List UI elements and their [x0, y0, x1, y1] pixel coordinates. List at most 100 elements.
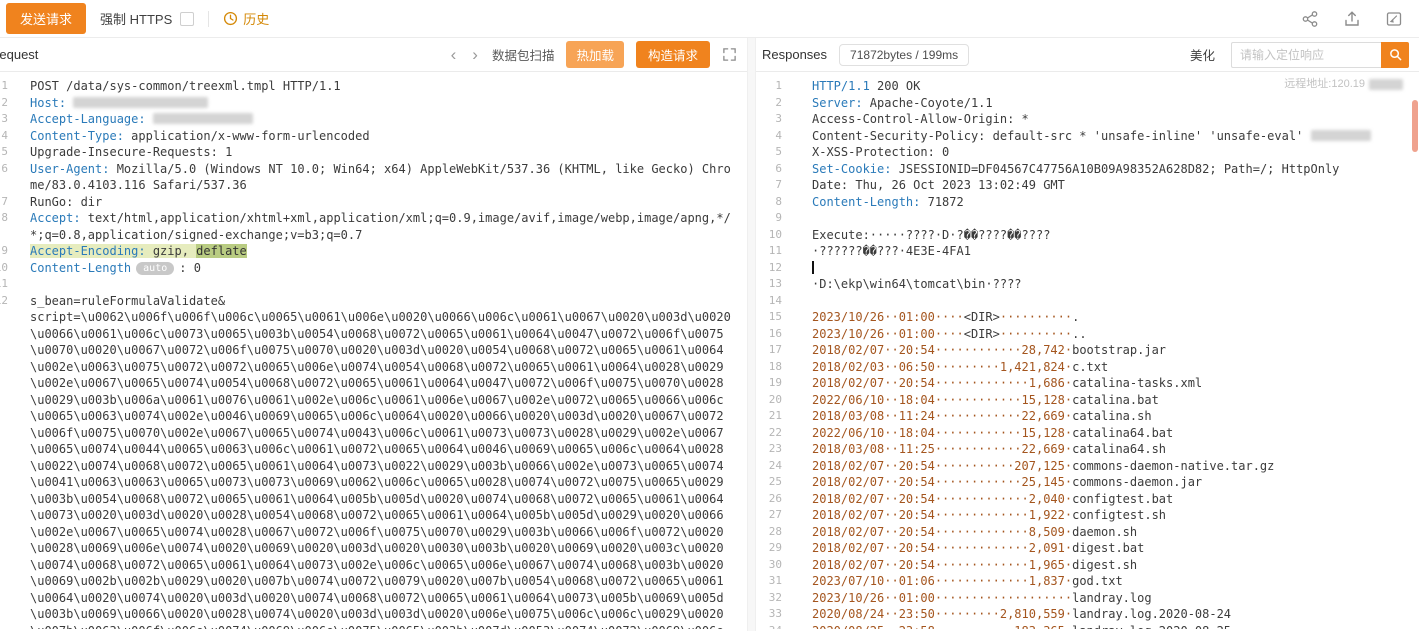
search-box [1231, 42, 1409, 68]
response-editor[interactable]: 1HTTP/1.1 200 OK2Server: Apache-Coyote/1… [756, 72, 1419, 629]
packet-scan-button[interactable]: 数据包扫描 [492, 45, 555, 64]
code-line-17[interactable]: 172018/02/07··20:54············28,742·bo… [756, 342, 1419, 359]
code-line-31[interactable]: 312023/07/10··01:06·············1,837·go… [756, 573, 1419, 590]
highlighted-line: Accept-Encoding: gzip, deflate [30, 244, 247, 258]
force-https-checkbox[interactable] [180, 12, 194, 26]
code-line-2[interactable]: 2Server: Apache-Coyote/1.1 [756, 95, 1419, 112]
line-number: 25 [756, 474, 800, 491]
code-line-18[interactable]: 182018/02/03··06:50·········1,421,824·c.… [756, 359, 1419, 376]
history-prev-button[interactable]: ‹ [449, 46, 459, 63]
code-line-1[interactable]: 1POST /data/sys-common/treexml.tmpl HTTP… [0, 78, 747, 95]
responses-tab[interactable]: Responses [762, 47, 827, 62]
line-number: 29 [756, 540, 800, 557]
send-request-button[interactable]: 发送请求 [6, 3, 86, 34]
response-stats-badge: 71872bytes / 199ms [839, 44, 969, 66]
code-line-16[interactable]: 162023/10/26··01:00····<DIR>··········.. [756, 326, 1419, 343]
code-line-3[interactable]: 3Access-Control-Allow-Origin: * [756, 111, 1419, 128]
hot-reload-button[interactable]: 热加载 [566, 41, 624, 68]
line-number: 26 [756, 491, 800, 508]
toolbar-divider [208, 11, 209, 27]
code-line-20[interactable]: 202022/06/10··18:04············15,128·ca… [756, 392, 1419, 409]
request-panel-title: Request [0, 47, 38, 62]
search-icon [1389, 48, 1402, 61]
code-line-27[interactable]: 272018/02/07··20:54·············1,922·co… [756, 507, 1419, 524]
feedback-icon[interactable] [1385, 10, 1403, 28]
search-button[interactable] [1381, 42, 1409, 68]
share-icon[interactable] [1301, 10, 1319, 28]
line-number: 10 [0, 260, 8, 277]
code-line-8[interactable]: 8Content-Length: 71872 [756, 194, 1419, 211]
code-line-30[interactable]: 302018/02/07··20:54·············1,965·di… [756, 557, 1419, 574]
expand-icon[interactable] [722, 47, 737, 62]
code-line-11[interactable]: 11 [0, 276, 747, 293]
code-line-28[interactable]: 282018/02/07··20:54·············8,509·da… [756, 524, 1419, 541]
code-line-34[interactable]: 342020/08/25··23:58···········183,365·la… [756, 623, 1419, 630]
code-line-12[interactable]: 12 [756, 260, 1419, 277]
line-number: 27 [756, 507, 800, 524]
redacted-value [1369, 79, 1403, 90]
code-line-7[interactable]: 7RunGo: dir [0, 194, 747, 211]
code-line-6[interactable]: 6User-Agent: Mozilla/5.0 (Windows NT 10.… [0, 161, 747, 194]
code-line-29[interactable]: 292018/02/07··20:54·············2,091·di… [756, 540, 1419, 557]
line-number: 6 [0, 161, 8, 178]
code-line-7[interactable]: 7Date: Thu, 26 Oct 2023 13:02:49 GMT [756, 177, 1419, 194]
construct-request-button[interactable]: 构造请求 [636, 41, 710, 68]
code-line-13[interactable]: 13·D:\ekp\win64\tomcat\bin·???? [756, 276, 1419, 293]
line-number: 30 [756, 557, 800, 574]
text-caret [812, 261, 814, 274]
code-line-8[interactable]: 8Accept: text/html,application/xhtml+xml… [0, 210, 747, 243]
code-line-5[interactable]: 5Upgrade-Insecure-Requests: 1 [0, 144, 747, 161]
line-number: 9 [0, 243, 8, 260]
code-line-24[interactable]: 242018/02/07··20:54···········207,125·co… [756, 458, 1419, 475]
line-number: 17 [756, 342, 800, 359]
code-line-12[interactable]: 12s_bean=ruleFormulaValidate&script=\u00… [0, 293, 747, 630]
code-line-22[interactable]: 222022/06/10··18:04············15,128·ca… [756, 425, 1419, 442]
line-number: 33 [756, 606, 800, 623]
line-number: 31 [756, 573, 800, 590]
line-number: 2 [756, 95, 800, 112]
code-line-10[interactable]: 10Execute:·····????·D·?��????��???? [756, 227, 1419, 244]
code-line-9[interactable]: 9 [756, 210, 1419, 227]
line-number: 5 [0, 144, 8, 161]
code-line-2[interactable]: 2Host: [0, 95, 747, 112]
line-number: 20 [756, 392, 800, 409]
code-line-33[interactable]: 332020/08/24··23:50·········2,810,559·la… [756, 606, 1419, 623]
code-line-19[interactable]: 192018/02/07··20:54·············1,686·ca… [756, 375, 1419, 392]
search-input[interactable] [1231, 42, 1381, 68]
export-icon[interactable] [1343, 10, 1361, 28]
code-line-9[interactable]: 9 Accept-Encoding: gzip, deflate [0, 243, 747, 260]
code-line-4[interactable]: 4Content-Security-Policy: default-src * … [756, 128, 1419, 145]
redacted-value [73, 97, 208, 108]
line-number: 12 [0, 293, 8, 310]
beautify-button[interactable]: 美化 [1190, 45, 1215, 64]
top-toolbar: 发送请求 强制 HTTPS 历史 [0, 0, 1419, 38]
code-line-26[interactable]: 262018/02/07··20:54·············2,040·co… [756, 491, 1419, 508]
code-line-23[interactable]: 232018/03/08··11:25············22,669·ca… [756, 441, 1419, 458]
line-number: 34 [756, 623, 800, 630]
code-line-6[interactable]: 6Set-Cookie: JSESSIONID=DF04567C47756A10… [756, 161, 1419, 178]
line-number: 28 [756, 524, 800, 541]
request-editor[interactable]: 1POST /data/sys-common/treexml.tmpl HTTP… [0, 72, 747, 629]
response-scrollbar-thumb[interactable] [1412, 100, 1418, 152]
history-next-button[interactable]: › [470, 46, 480, 63]
code-line-25[interactable]: 252018/02/07··20:54············25,145·co… [756, 474, 1419, 491]
code-line-3[interactable]: 3Accept-Language: [0, 111, 747, 128]
line-number: 15 [756, 309, 800, 326]
code-line-15[interactable]: 152023/10/26··01:00····<DIR>··········. [756, 309, 1419, 326]
panel-divider[interactable] [747, 38, 756, 631]
code-line-14[interactable]: 14 [756, 293, 1419, 310]
line-number: 18 [756, 359, 800, 376]
force-https-toggle[interactable]: 强制 HTTPS [100, 9, 194, 28]
history-button[interactable]: 历史 [223, 9, 269, 28]
line-number: 6 [756, 161, 800, 178]
code-line-4[interactable]: 4Content-Type: application/x-www-form-ur… [0, 128, 747, 145]
remote-address-label: 远程地址:120.19 [1284, 76, 1365, 93]
line-number: 4 [756, 128, 800, 145]
line-number: 3 [0, 111, 8, 128]
code-line-32[interactable]: 322023/10/26··01:00···················la… [756, 590, 1419, 607]
code-line-11[interactable]: 11·??????��???·4E3E-4FA1 [756, 243, 1419, 260]
code-line-10[interactable]: 10Content-Lengthauto: 0 [0, 260, 747, 277]
code-line-21[interactable]: 212018/03/08··11:24············22,669·ca… [756, 408, 1419, 425]
line-number: 3 [756, 111, 800, 128]
code-line-5[interactable]: 5X-XSS-Protection: 0 [756, 144, 1419, 161]
